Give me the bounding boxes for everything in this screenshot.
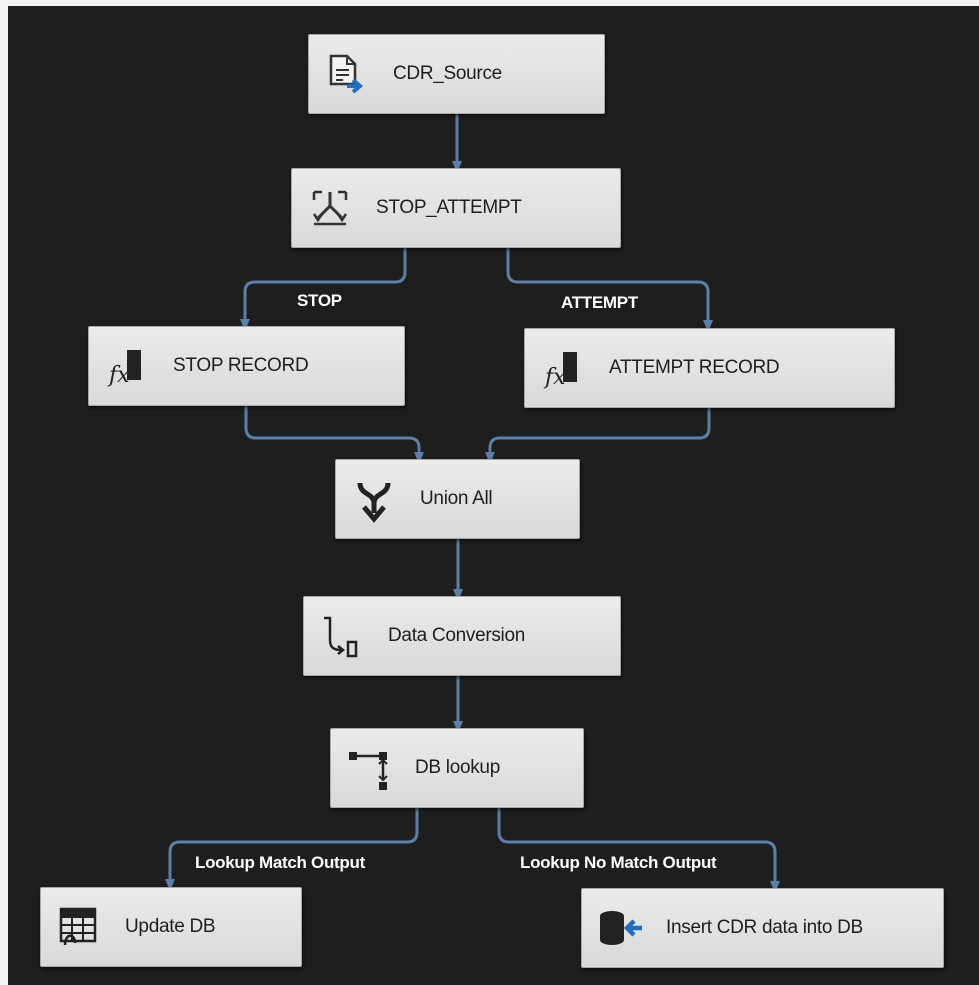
node-db-lookup[interactable]: DB lookup	[330, 728, 584, 808]
node-insert-cdr-db[interactable]: Insert CDR data into DB	[581, 888, 944, 968]
node-cdr-source[interactable]: CDR_Source	[308, 34, 605, 114]
connector-split-stop[interactable]	[240, 248, 407, 331]
node-label: Union All	[420, 488, 493, 509]
path-label-lookup-match: Lookup Match Output	[195, 853, 365, 872]
flat-file-source-icon	[323, 50, 371, 98]
node-data-conversion[interactable]: Data Conversion	[303, 596, 621, 676]
node-stop-record[interactable]: fx STOP RECORD	[88, 326, 405, 406]
node-label: Data Conversion	[388, 625, 526, 646]
connector-attempt-to-union[interactable]	[485, 408, 711, 464]
node-label: Insert CDR data into DB	[666, 917, 863, 938]
node-label: DB lookup	[415, 757, 500, 778]
path-label-attempt: ATTEMPT	[561, 293, 638, 312]
connector-lookup-match[interactable]	[165, 808, 419, 891]
connector-stop-to-union[interactable]	[244, 406, 424, 464]
node-label: STOP RECORD	[173, 355, 309, 376]
path-label-lookup-no-match: Lookup No Match Output	[520, 853, 717, 872]
conditional-split-icon	[306, 184, 354, 232]
connector-lookup-no-match[interactable]	[497, 808, 780, 893]
ole-db-destination-icon	[596, 904, 644, 952]
data-conversion-icon	[318, 612, 366, 660]
node-attempt-record[interactable]: fx ATTEMPT RECORD	[524, 328, 895, 408]
svg-text:fx: fx	[107, 363, 130, 388]
derived-column-icon: fx	[539, 344, 587, 392]
connector-split-attempt[interactable]	[506, 248, 713, 332]
union-all-icon	[350, 475, 398, 523]
node-union-all[interactable]: Union All	[335, 459, 580, 539]
node-update-db[interactable]: Update DB	[40, 887, 302, 967]
path-label-stop: STOP	[297, 291, 342, 310]
lookup-icon	[345, 744, 393, 792]
derived-column-icon: fx	[103, 342, 151, 390]
ole-db-command-icon	[55, 903, 103, 951]
node-stop-attempt[interactable]: STOP_ATTEMPT	[291, 168, 621, 248]
node-label: STOP_ATTEMPT	[376, 197, 522, 218]
svg-text:fx: fx	[543, 365, 566, 390]
node-label: CDR_Source	[393, 63, 502, 84]
node-label: ATTEMPT RECORD	[609, 357, 780, 378]
node-label: Update DB	[125, 916, 216, 937]
